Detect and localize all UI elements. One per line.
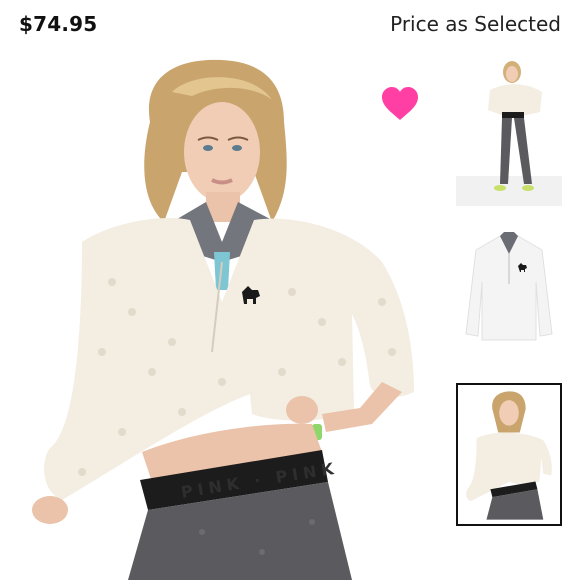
thumbnail-full-outfit[interactable] — [456, 56, 562, 206]
price-note: Price as Selected — [390, 12, 561, 36]
thumbnail-selected-model[interactable] — [456, 383, 562, 526]
product-price: $74.95 — [19, 12, 98, 36]
main-product-image: PINK · PINK — [22, 52, 442, 580]
heart-icon — [382, 87, 418, 120]
thumbnail-product-flat[interactable] — [456, 222, 562, 357]
favorite-button[interactable] — [381, 86, 419, 122]
